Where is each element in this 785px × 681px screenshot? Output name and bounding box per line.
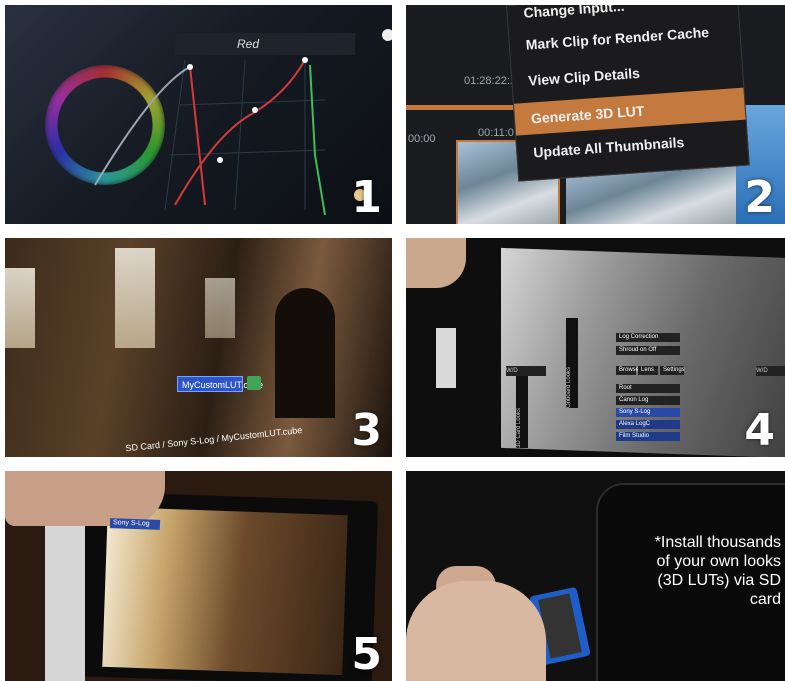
menu-shroud[interactable]: Shroud on Off [616,346,680,355]
right-tag: W/D [756,366,785,376]
person-silhouette [275,288,335,418]
menu-log-correction[interactable]: Log Correction [616,333,680,342]
list-item-root[interactable]: Root [616,384,680,393]
green-curve [309,64,326,216]
monitor-screen [102,506,348,676]
tab-settings[interactable]: Settings [660,366,685,375]
panel-monitor-menu: Onboard Looks 3D Card Looks Log Correcti… [406,238,785,457]
panel-context-menu: 01:28:22:15 00:11:0 00:00 Change Input..… [406,5,785,224]
list-item-alexa-logc[interactable]: Alexa LogC [616,420,680,429]
selected-look[interactable]: Sony S-Log [109,518,161,530]
step-number-4: 4 [744,405,775,456]
timecode: 00:11:0 [478,127,514,139]
finger [5,471,165,526]
panel-save-lut: MyCustomLUT.cube SD Card / Sony S-Log / … [5,238,392,457]
promo-text: *Install thousands of your own looks (3D… [654,534,781,608]
filename-input[interactable]: MyCustomLUT.cube [177,376,263,392]
step-number-2: 2 [744,172,775,223]
finger [406,238,466,288]
list-item-film-studio[interactable]: Film Studio [616,432,680,441]
confirm-button[interactable] [247,376,261,390]
menu-item-change-input[interactable]: Change Input... [523,5,625,21]
context-menu: Change Input... Mark Clip for Render Cac… [506,5,750,182]
list-item-canon-log[interactable]: Canon Log [616,396,680,405]
panel-sd-card: *Install thousands of your own looks (3D… [406,471,785,681]
menu-item-generate-3d-lut[interactable]: Generate 3D LUT [513,87,746,136]
tab-lens[interactable]: Lens [638,366,658,375]
timeline-bar [406,105,516,110]
panel-color-curves: Red 1 [5,5,392,224]
timecode: 00:00 [408,133,436,145]
step-number-3: 3 [351,405,382,456]
menu-item-view-clip-details[interactable]: View Clip Details [528,65,641,89]
file-path: SD Card / Sony S-Log / MyCustomLUT.cube [125,424,303,454]
window-light [205,278,235,338]
sd-card-looks-label: 3D Card Looks [516,368,528,448]
step-number-1: 1 [351,172,382,223]
menu-item-mark-render-cache[interactable]: Mark Clip for Render Cache [525,24,709,53]
window-light [5,268,35,348]
window-light [115,248,155,348]
monitor-bracket [436,328,456,388]
menu-item-update-thumbnails[interactable]: Update All Thumbnails [533,134,685,161]
onboard-looks-label: Onboard Looks [566,318,578,408]
monitor-bracket [45,521,85,681]
list-item-sony-slog[interactable]: Sony S-Log [616,408,680,417]
panel-monitor-applied: Sony S-Log 5 [5,471,392,681]
tab-browse[interactable]: Browse [616,366,639,375]
hand [406,581,546,681]
step-number-5: 5 [351,629,382,680]
left-tag: W/D [506,366,546,376]
curve-graph [94,29,392,216]
